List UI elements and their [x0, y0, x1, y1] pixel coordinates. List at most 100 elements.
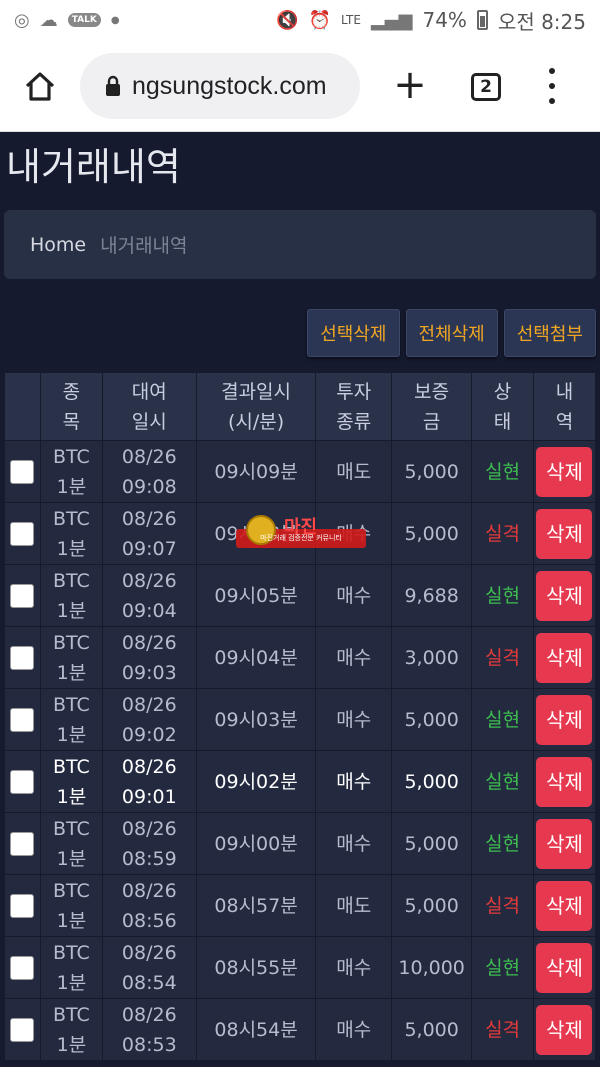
rent-time-cell: 08/26 09:04 [101, 564, 197, 627]
delete-button[interactable]: 삭제 [536, 880, 593, 931]
row-checkbox[interactable] [10, 1018, 35, 1042]
header-checkbox-cell [4, 372, 41, 441]
table-row: BTC 1분 08/26 08:54 08시55분 매수 10,000 실현 삭제 [4, 936, 597, 999]
invest-type-cell: 매수 [315, 626, 393, 689]
page-title: 내거래내역 [6, 145, 181, 189]
row-checkbox[interactable] [10, 956, 35, 980]
symbol-cell: BTC 1분 [39, 440, 103, 503]
header-status: 상태 [471, 372, 534, 441]
rent-time-cell: 08/26 08:56 [101, 874, 197, 937]
battery-icon [476, 10, 488, 30]
menu-dot-icon [549, 98, 555, 104]
watermark-logo: 마진 마진거래 검증전문 커뮤니티 [236, 515, 366, 549]
delete-cell: 삭제 [532, 688, 597, 751]
result-time-cell: 09시02분 [195, 750, 317, 813]
row-checkbox[interactable] [10, 460, 35, 484]
delete-button[interactable]: 삭제 [536, 446, 593, 497]
row-checkbox[interactable] [10, 522, 35, 546]
rent-time-cell: 08/26 08:59 [101, 812, 197, 875]
symbol-cell: BTC 1분 [39, 564, 103, 627]
network-label: LTE [340, 13, 361, 27]
home-icon [25, 71, 55, 101]
row-checkbox[interactable] [10, 832, 35, 856]
row-checkbox-cell [4, 564, 41, 627]
symbol-cell: BTC 1분 [39, 626, 103, 689]
rent-time-cell: 08/26 09:01 [101, 750, 197, 813]
rent-time-cell: 08/26 09:02 [101, 688, 197, 751]
table-row: BTC 1분 08/26 09:08 09시09분 매도 5,000 실현 삭제 [4, 440, 597, 503]
deposit-cell: 9,688 [391, 564, 473, 627]
breadcrumb-home-link[interactable]: Home [30, 234, 86, 256]
delete-cell: 삭제 [532, 564, 597, 627]
row-checkbox[interactable] [10, 708, 35, 732]
delete-button[interactable]: 삭제 [536, 1004, 593, 1055]
rent-time-cell: 08/26 09:07 [101, 502, 197, 565]
address-bar[interactable]: ngsungstock.com [80, 53, 360, 119]
row-checkbox-cell [4, 626, 41, 689]
status-cell: 실격 [471, 502, 534, 565]
invest-type-cell: 매수 [315, 750, 393, 813]
new-tab-button[interactable]: + [388, 60, 432, 112]
status-cell: 실현 [471, 750, 534, 813]
deposit-cell: 5,000 [391, 750, 473, 813]
signal-icon: ▂▄▆ [370, 9, 413, 31]
delete-button[interactable]: 삭제 [536, 570, 593, 621]
home-button[interactable] [10, 56, 70, 116]
delete-cell: 삭제 [532, 502, 597, 565]
table-row: BTC 1분 08/26 09:04 09시05분 매수 9,688 실현 삭제 [4, 564, 597, 627]
delete-cell: 삭제 [532, 812, 597, 875]
status-cell: 실격 [471, 998, 534, 1061]
invest-type-cell: 매도 [315, 440, 393, 503]
table-row: BTC 1분 08/26 09:03 09시04분 매수 3,000 실격 삭제 [4, 626, 597, 689]
battery-percent: 74% [422, 8, 467, 32]
deposit-cell: 5,000 [391, 812, 473, 875]
row-checkbox[interactable] [10, 770, 35, 794]
delete-button[interactable]: 삭제 [536, 942, 593, 993]
breadcrumb: Home 내거래내역 [4, 210, 596, 279]
invest-type-cell: 매수 [315, 688, 393, 751]
delete-all-button[interactable]: 전체삭제 [405, 309, 498, 357]
dot-icon: ● [110, 14, 120, 26]
alarm-icon: ⏰ [308, 9, 331, 31]
header-rent-time: 대여 일시 [101, 372, 197, 441]
header-invest-type: 투자 종류 [315, 372, 393, 441]
table-header-row: 종목 대여 일시 결과일시 (시/분) 투자 종류 보증 금 상태 내역 [4, 372, 597, 441]
delete-button[interactable]: 삭제 [536, 756, 593, 807]
url-text: ngsungstock.com [132, 71, 327, 100]
mute-icon: 🔇 [276, 9, 299, 31]
status-cell: 실현 [471, 936, 534, 999]
symbol-cell: BTC 1분 [39, 936, 103, 999]
rent-time-cell: 08/26 09:08 [101, 440, 197, 503]
row-checkbox-cell [4, 502, 41, 565]
deposit-cell: 5,000 [391, 440, 473, 503]
delete-selected-button[interactable]: 선택삭제 [307, 309, 400, 357]
invest-type-cell: 매수 [315, 812, 393, 875]
row-checkbox-cell [4, 812, 41, 875]
browser-toolbar: ngsungstock.com + 2 [0, 40, 600, 132]
row-checkbox-cell [4, 998, 41, 1061]
row-checkbox-cell [4, 750, 41, 813]
delete-cell: 삭제 [532, 936, 597, 999]
symbol-cell: BTC 1분 [39, 874, 103, 937]
result-time-cell: 08시55분 [195, 936, 317, 999]
delete-button[interactable]: 삭제 [536, 632, 593, 683]
invest-type-cell: 매수 [315, 998, 393, 1061]
row-checkbox[interactable] [10, 584, 35, 608]
status-cell: 실현 [471, 688, 534, 751]
symbol-cell: BTC 1분 [39, 998, 103, 1061]
tab-switcher-button[interactable]: 2 [471, 73, 501, 101]
delete-cell: 삭제 [532, 750, 597, 813]
delete-button[interactable]: 삭제 [536, 694, 593, 745]
more-menu-button[interactable] [540, 64, 564, 108]
deposit-cell: 10,000 [391, 936, 473, 999]
attach-selected-button[interactable]: 선택첨부 [503, 309, 596, 357]
delete-button[interactable]: 삭제 [536, 508, 593, 559]
delete-button[interactable]: 삭제 [536, 818, 593, 869]
result-time-cell: 09시03분 [195, 688, 317, 751]
row-checkbox[interactable] [10, 894, 35, 918]
delete-cell: 삭제 [532, 874, 597, 937]
rent-time-cell: 08/26 08:54 [101, 936, 197, 999]
menu-dot-icon [549, 83, 555, 89]
status-cell: 실격 [471, 626, 534, 689]
row-checkbox[interactable] [10, 646, 35, 670]
